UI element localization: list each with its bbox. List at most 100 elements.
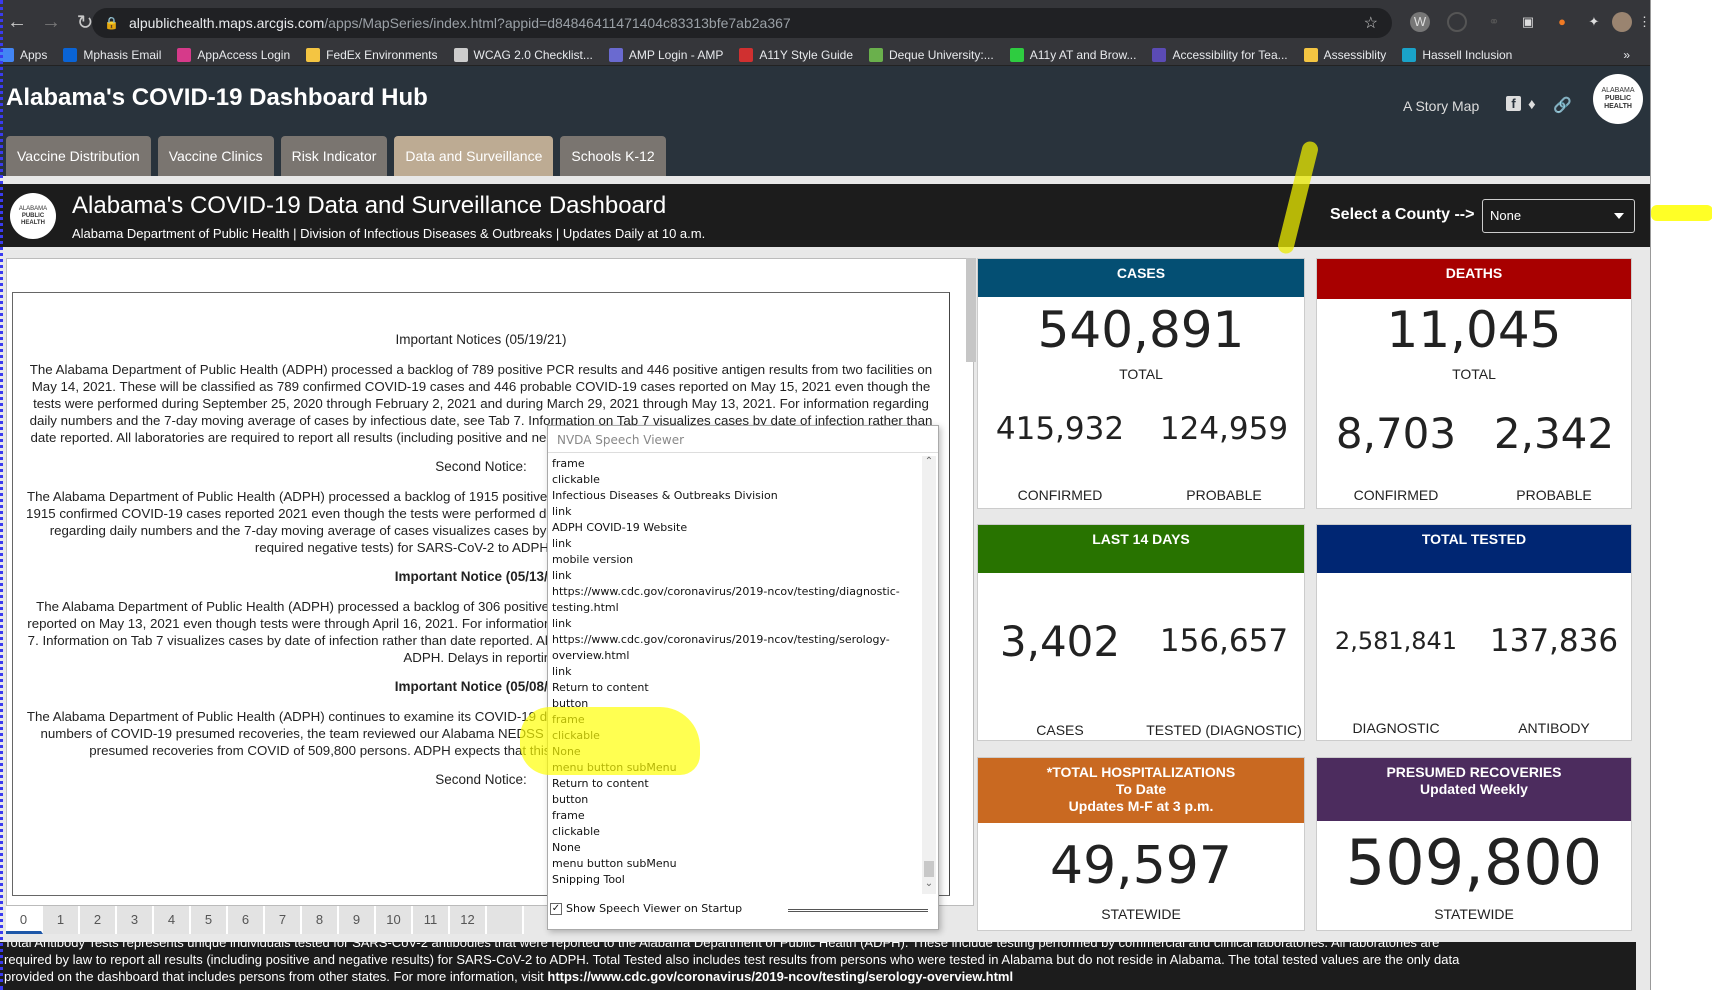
tab-data-and-surveillance[interactable]: Data and Surveillance bbox=[394, 136, 554, 176]
speech-line: clickable bbox=[552, 473, 600, 486]
page-tab[interactable]: 7 bbox=[265, 906, 302, 934]
highlight-annotation bbox=[520, 707, 700, 775]
logo-line: HEALTH bbox=[1604, 103, 1632, 110]
page-tab[interactable]: 2 bbox=[80, 906, 117, 934]
bookmark-favicon-icon bbox=[1152, 47, 1167, 62]
extensions-puzzle-icon[interactable]: ✦ bbox=[1584, 12, 1604, 32]
bookmark-label: WCAG 2.0 Checklist... bbox=[473, 47, 593, 62]
cases-total: 540,891 bbox=[1037, 301, 1245, 359]
bookmark-label: Deque University:... bbox=[889, 47, 994, 62]
bookmark-item[interactable]: A11y AT and Brow... bbox=[1009, 47, 1136, 62]
tab-vaccine-clinics[interactable]: Vaccine Clinics bbox=[157, 136, 274, 176]
extension-shield-icon[interactable]: ▣ bbox=[1518, 12, 1538, 32]
bookmark-item[interactable]: Hassell Inclusion bbox=[1402, 47, 1513, 62]
speech-line: menu button subMenu bbox=[552, 857, 677, 870]
extension-circle-icon[interactable] bbox=[1447, 12, 1467, 32]
scroll-up-icon[interactable]: ⌃ bbox=[922, 456, 936, 472]
serology-link[interactable]: https://www.cdc.gov/coronavirus/2019-nco… bbox=[547, 969, 1013, 984]
bookmark-star-icon[interactable]: ☆ bbox=[1364, 13, 1378, 33]
tab-schools-k-12[interactable]: Schools K-12 bbox=[560, 136, 666, 176]
browser-window: ← → ↻ 🔒 alpublichealth.maps.arcgis.com /… bbox=[0, 0, 1651, 990]
page-tab[interactable]: 11 bbox=[413, 906, 450, 934]
cases-confirmed: 415,932 bbox=[995, 411, 1125, 447]
page-tab[interactable]: 8 bbox=[302, 906, 339, 934]
story-map-link[interactable]: A Story Map bbox=[1403, 98, 1479, 114]
deaths-card-header: DEATHS bbox=[1317, 259, 1631, 299]
extension-w-icon[interactable]: W bbox=[1410, 12, 1430, 32]
county-select[interactable]: None bbox=[1482, 199, 1635, 233]
address-bar[interactable]: 🔒 alpublichealth.maps.arcgis.com /apps/M… bbox=[92, 8, 1392, 38]
tab-risk-indicator[interactable]: Risk Indicator bbox=[280, 136, 388, 176]
last14-tested-label: TESTED (DIAGNOSTIC) bbox=[1146, 722, 1302, 738]
scroll-down-icon[interactable]: ⌄ bbox=[922, 878, 936, 894]
cases-total-label: TOTAL bbox=[1119, 366, 1163, 382]
dashboard-subtitle: Alabama Department of Public Health | Di… bbox=[72, 226, 706, 241]
tested-diagnostic: 2,581,841 bbox=[1334, 627, 1458, 655]
page-tab[interactable]: 9 bbox=[339, 906, 376, 934]
last14-tested: 156,657 bbox=[1159, 623, 1289, 659]
page-tab[interactable]: 0 bbox=[6, 906, 43, 934]
nvda-startup-option[interactable]: ✓ Show Speech Viewer on Startup bbox=[550, 902, 742, 915]
bookmark-item[interactable]: AMP Login - AMP bbox=[608, 47, 724, 62]
speech-line: frame bbox=[552, 457, 585, 470]
deaths-confirmed: 8,703 bbox=[1335, 409, 1457, 458]
hosp-header-line: Updates M-F at 3 p.m. bbox=[1068, 798, 1214, 814]
nvda-output-list[interactable]: frame clickable Infectious Diseases & Outb… bbox=[550, 456, 922, 894]
twitter-icon[interactable]: ♦ bbox=[1528, 96, 1536, 113]
bookmark-item[interactable]: Apps bbox=[0, 47, 48, 62]
back-icon[interactable]: ← bbox=[0, 11, 34, 34]
more-bookmarks-icon[interactable]: » bbox=[1623, 48, 1630, 62]
logo-line: PUBLIC bbox=[1604, 95, 1632, 102]
resize-grip[interactable] bbox=[788, 909, 928, 912]
forward-icon[interactable]: → bbox=[34, 11, 68, 34]
total-tested-header: TOTAL TESTED bbox=[1317, 525, 1631, 573]
bookmarks-bar: Apps Mphasis Email AppAccess Login FedEx En… bbox=[0, 44, 1650, 66]
bookmark-favicon-icon bbox=[1303, 47, 1318, 62]
page-tab[interactable]: 4 bbox=[154, 906, 191, 934]
hospitalizations-card: *TOTAL HOSPITALIZATIONS To Date Updates … bbox=[977, 757, 1305, 931]
extension-orange-icon[interactable]: ● bbox=[1552, 12, 1572, 32]
bookmark-item[interactable]: Deque University:... bbox=[869, 47, 994, 62]
last14-cases-label: CASES bbox=[1036, 722, 1084, 738]
page-tab[interactable]: 1 bbox=[43, 906, 80, 934]
bookmark-item[interactable]: Mphasis Email bbox=[63, 47, 161, 62]
bookmark-item[interactable]: FedEx Environments bbox=[306, 47, 438, 62]
bookmark-item[interactable]: Accessibility for Tea... bbox=[1152, 47, 1288, 62]
speech-line: Return to content bbox=[552, 777, 649, 790]
page-tab[interactable] bbox=[487, 906, 524, 934]
facebook-icon[interactable]: f bbox=[1506, 96, 1521, 111]
profile-avatar[interactable] bbox=[1612, 12, 1632, 32]
tab-vaccine-distribution[interactable]: Vaccine Distribution bbox=[6, 136, 151, 176]
share-link-icon[interactable]: 🔗 bbox=[1553, 96, 1572, 114]
speech-line: frame bbox=[552, 809, 585, 822]
bookmark-item[interactable]: WCAG 2.0 Checklist... bbox=[453, 47, 593, 62]
scroll-thumb[interactable] bbox=[924, 861, 934, 877]
startup-checkbox[interactable]: ✓ bbox=[550, 902, 562, 915]
page-tab[interactable]: 3 bbox=[117, 906, 154, 934]
menu-kebab-icon[interactable]: ⋮ bbox=[1638, 12, 1651, 32]
speech-line: mobile version bbox=[552, 553, 634, 566]
speech-line: link bbox=[552, 617, 572, 630]
speech-line: link bbox=[552, 569, 572, 582]
nvda-scrollbar[interactable]: ⌃ ⌄ bbox=[922, 456, 936, 894]
page-tab[interactable]: 6 bbox=[228, 906, 265, 934]
dashboard-logo: ALABAMA PUBLIC HEALTH bbox=[10, 193, 56, 239]
highlight-annotation bbox=[1651, 205, 1712, 221]
page-tab[interactable]: 12 bbox=[450, 906, 487, 934]
extension-link-icon[interactable]: ⚭ bbox=[1484, 12, 1504, 32]
deaths-total: 11,045 bbox=[1386, 301, 1562, 359]
bookmark-label: AMP Login - AMP bbox=[628, 47, 724, 62]
focus-indicator bbox=[0, 0, 3, 990]
url-host: alpublichealth.maps.arcgis.com bbox=[128, 15, 325, 31]
bookmark-label: Hassell Inclusion bbox=[1422, 47, 1513, 62]
bookmark-favicon-icon bbox=[869, 47, 884, 62]
bookmark-item[interactable]: A11Y Style Guide bbox=[739, 47, 853, 62]
page-tab[interactable]: 10 bbox=[376, 906, 413, 934]
recov-header-line: PRESUMED RECOVERIES bbox=[1386, 764, 1562, 780]
bookmark-label: Apps bbox=[20, 47, 48, 62]
bookmark-item[interactable]: Assessiblity bbox=[1303, 47, 1386, 62]
page-tab[interactable]: 5 bbox=[191, 906, 228, 934]
bookmark-item[interactable]: AppAccess Login bbox=[177, 47, 290, 62]
notices-scrollbar[interactable] bbox=[966, 258, 976, 362]
tested-diagnostic-label: DIAGNOSTIC bbox=[1352, 720, 1440, 736]
